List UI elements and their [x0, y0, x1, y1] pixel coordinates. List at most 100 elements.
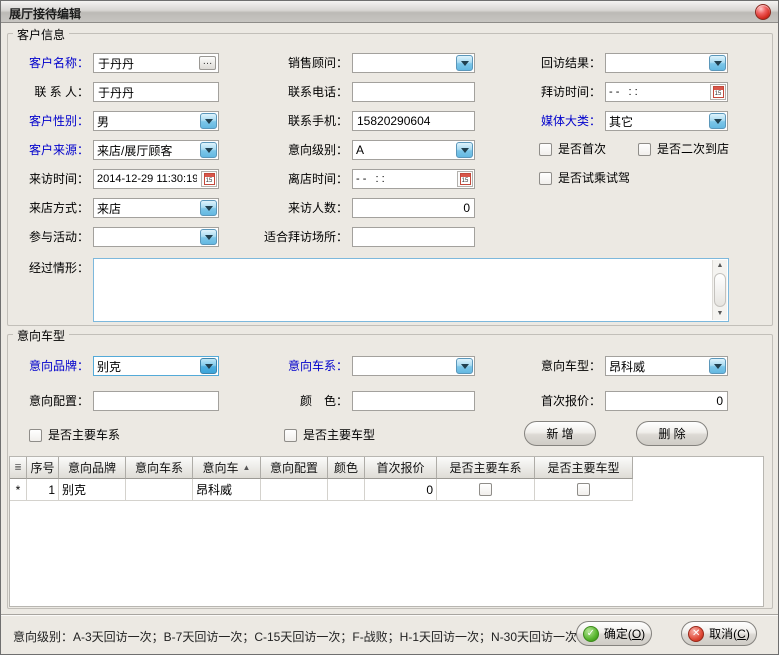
scrollbar-thumb[interactable] — [714, 273, 726, 307]
chevron-down-icon[interactable] — [709, 55, 726, 71]
source-value[interactable] — [94, 141, 199, 159]
intent-config-field[interactable] — [93, 391, 219, 411]
intent-series-combo[interactable] — [352, 356, 475, 376]
contact-person-field[interactable] — [93, 82, 219, 102]
checkbox-icon[interactable] — [284, 429, 297, 442]
chevron-down-icon[interactable] — [200, 142, 217, 158]
checkbox-icon[interactable] — [29, 429, 42, 442]
narrative-textarea[interactable]: ▲ ▼ — [93, 258, 729, 322]
media-type-combo[interactable] — [605, 111, 728, 131]
cell-main-model-checkbox[interactable] — [577, 483, 590, 496]
main-series-checkbox[interactable]: 是否主要车系 — [29, 428, 120, 442]
scroll-down-icon[interactable]: ▼ — [713, 308, 727, 320]
visit-mode-value[interactable] — [94, 199, 199, 217]
gender-value[interactable] — [94, 112, 199, 130]
arrive-time-value[interactable] — [94, 170, 200, 188]
revisit-result-label: 回访结果： — [497, 55, 601, 71]
customer-name-browse-button[interactable]: … — [199, 56, 216, 70]
cancel-button[interactable]: ✕ 取消(C) — [681, 621, 757, 646]
cell-model: 昂科威 — [193, 479, 261, 501]
main-model-checkbox[interactable]: 是否主要车型 — [284, 428, 375, 442]
narrative-label: 经过情形： — [9, 260, 89, 276]
test-drive-checkbox[interactable]: 是否试乘试驾 — [539, 171, 630, 185]
ok-check-icon: ✓ — [583, 626, 599, 642]
chevron-down-icon[interactable] — [456, 358, 473, 374]
intent-level-combo[interactable] — [352, 140, 475, 160]
checkbox-icon[interactable] — [539, 172, 552, 185]
calendar-icon[interactable]: 15 — [457, 171, 473, 187]
first-quote-field[interactable] — [605, 391, 728, 411]
media-type-value[interactable] — [606, 112, 708, 130]
intent-vehicle-group-title: 意向车型 — [13, 327, 69, 344]
chevron-down-icon[interactable] — [456, 55, 473, 71]
activity-combo[interactable] — [93, 227, 219, 247]
intent-brand-combo[interactable] — [93, 356, 219, 376]
gender-label: 客户性别： — [9, 113, 89, 129]
visitor-count-field[interactable] — [352, 198, 475, 218]
cell-color — [328, 479, 365, 501]
chevron-down-icon[interactable] — [709, 113, 726, 129]
checkbox-icon[interactable] — [638, 143, 651, 156]
checkbox-icon[interactable] — [539, 143, 552, 156]
revisit-result-combo[interactable] — [605, 53, 728, 73]
chevron-down-icon[interactable] — [709, 358, 726, 374]
visit-place-label: 适合拜访场所： — [254, 229, 348, 245]
intent-level-value[interactable] — [353, 141, 455, 159]
activity-value[interactable] — [94, 228, 199, 246]
sales-consultant-combo[interactable] — [352, 53, 475, 73]
col-header-config[interactable]: 意向配置 — [261, 457, 328, 479]
col-header-main-model[interactable]: 是否主要车型 — [535, 457, 633, 479]
source-combo[interactable] — [93, 140, 219, 160]
contact-phone-field[interactable] — [352, 82, 475, 102]
chevron-down-icon[interactable] — [200, 113, 217, 129]
scroll-up-icon[interactable]: ▲ — [713, 260, 727, 272]
leave-time-value[interactable] — [353, 170, 456, 188]
appoint-time-value[interactable] — [606, 83, 709, 101]
chevron-down-icon[interactable] — [200, 358, 217, 374]
chevron-down-icon[interactable] — [456, 142, 473, 158]
gender-combo[interactable] — [93, 111, 219, 131]
revisit-result-value[interactable] — [606, 54, 708, 72]
cell-config — [261, 479, 328, 501]
ok-button[interactable]: ✓ 确定(O) — [576, 621, 652, 646]
cell-series — [126, 479, 193, 501]
leave-time-field[interactable]: 15 — [352, 169, 475, 189]
arrive-time-field[interactable]: 15 — [93, 169, 219, 189]
calendar-icon[interactable]: 15 — [710, 84, 726, 100]
add-button[interactable]: 新 增 — [524, 421, 596, 446]
color-field[interactable] — [352, 391, 475, 411]
row-selector-header[interactable]: ≣ — [10, 457, 27, 479]
chevron-down-icon[interactable] — [200, 200, 217, 216]
second-visit-checkbox[interactable]: 是否二次到店 — [638, 142, 729, 156]
col-header-series[interactable]: 意向车系 — [126, 457, 193, 479]
cell-main-series-checkbox[interactable] — [479, 483, 492, 496]
col-header-seq[interactable]: 序号 — [27, 457, 59, 479]
col-header-main-series[interactable]: 是否主要车系 — [437, 457, 535, 479]
appoint-time-field[interactable]: 15 — [605, 82, 728, 102]
intent-series-label: 意向车系： — [254, 358, 348, 374]
footer-bar: 意向级别：A-3天回访一次；B-7天回访一次；C-15天回访一次；F-战败；H-… — [1, 614, 778, 655]
intent-brand-value[interactable] — [94, 357, 199, 375]
source-label: 客户来源： — [9, 142, 89, 158]
media-type-label: 媒体大类： — [497, 113, 601, 129]
col-header-model[interactable]: 意向车▲ — [193, 457, 261, 479]
first-visit-checkbox[interactable]: 是否首次 — [539, 142, 606, 156]
delete-button[interactable]: 删 除 — [636, 421, 708, 446]
calendar-icon[interactable]: 15 — [201, 171, 217, 187]
col-header-quote[interactable]: 首次报价 — [365, 457, 437, 479]
sales-consultant-label: 销售顾问： — [254, 55, 348, 71]
intent-series-value[interactable] — [353, 357, 455, 375]
col-header-color[interactable]: 颜色 — [328, 457, 365, 479]
col-header-brand[interactable]: 意向品牌 — [59, 457, 126, 479]
table-row[interactable]: * 1 别克 昂科威 0 — [10, 479, 763, 501]
intent-model-combo[interactable] — [605, 356, 728, 376]
intent-model-value[interactable] — [606, 357, 708, 375]
visit-mode-combo[interactable] — [93, 198, 219, 218]
close-button[interactable] — [755, 4, 771, 20]
chevron-down-icon[interactable] — [200, 229, 217, 245]
visit-place-field[interactable] — [352, 227, 475, 247]
sales-consultant-value[interactable] — [353, 54, 455, 72]
mobile-field[interactable] — [352, 111, 475, 131]
scrollbar[interactable]: ▲ ▼ — [712, 260, 727, 320]
intent-model-label: 意向车型： — [497, 358, 601, 374]
